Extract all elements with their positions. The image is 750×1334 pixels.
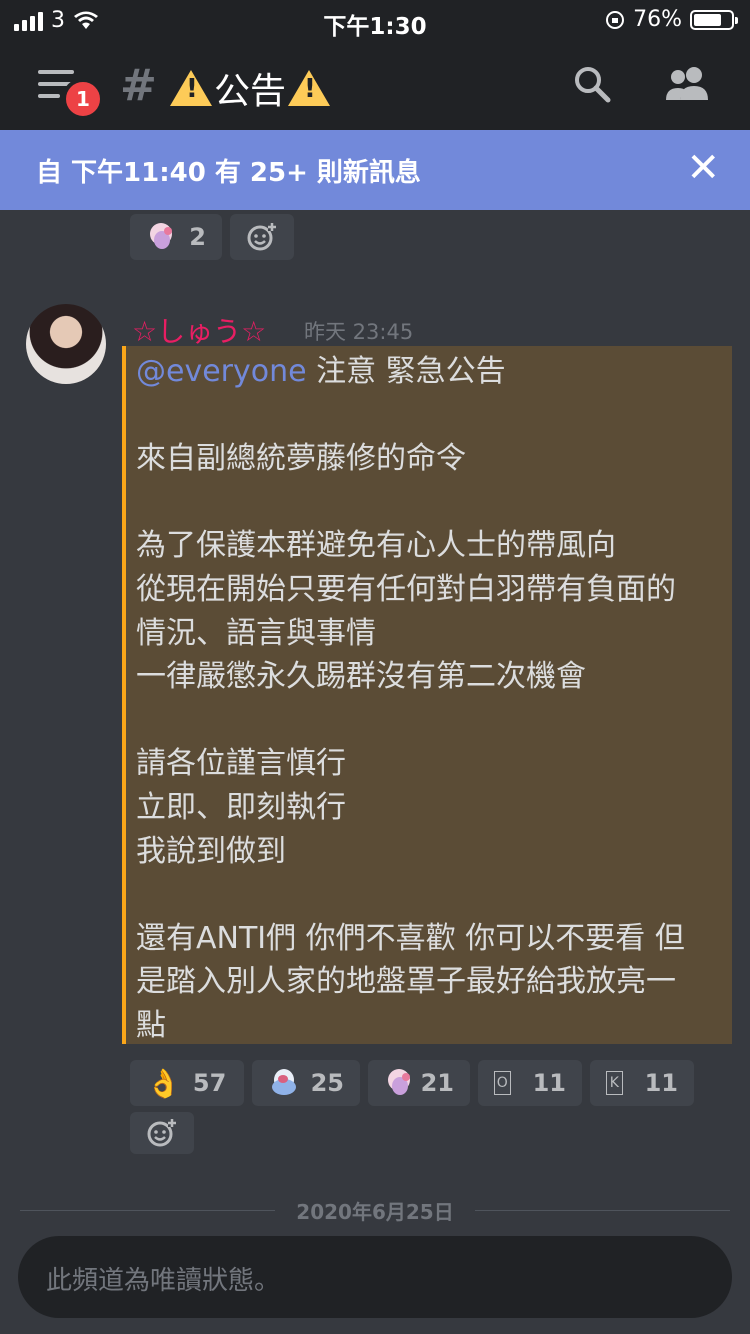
reaction-ok-hand[interactable]: 👌 57 bbox=[130, 1060, 244, 1106]
notification-badge: 1 bbox=[62, 78, 104, 120]
message-line: 來自副總統夢藤修的命令 bbox=[136, 441, 466, 477]
announcement-block: @everyone 注意 緊急公告 來自副總統夢藤修的命令 為了保護本群避免有心… bbox=[122, 346, 732, 1044]
regional-indicator-o-icon: O bbox=[494, 1071, 511, 1095]
anime-sticker-icon bbox=[146, 221, 177, 253]
message-line: 我說到做到 bbox=[136, 833, 286, 869]
reaction-count: 21 bbox=[420, 1069, 454, 1097]
message-line: 情況、語言與事情 bbox=[136, 615, 376, 651]
add-reaction-button[interactable] bbox=[230, 214, 294, 260]
message-line: 還有ANTI們 你們不喜歡 你可以不要看 但 bbox=[136, 920, 685, 956]
reaction-letter-o[interactable]: O 11 bbox=[478, 1060, 582, 1106]
status-right: 76% bbox=[605, 7, 738, 32]
message-author[interactable]: ☆しゅう☆ bbox=[132, 310, 266, 350]
reaction-count: 57 bbox=[192, 1069, 227, 1097]
reaction-count: 11 bbox=[532, 1069, 566, 1097]
ok-hand-icon: 👌 bbox=[146, 1066, 181, 1100]
add-reaction-icon bbox=[247, 223, 276, 251]
warning-icon bbox=[170, 70, 212, 106]
everyone-mention[interactable]: @everyone bbox=[136, 354, 307, 389]
add-reaction-button[interactable] bbox=[130, 1112, 194, 1154]
anime-sticker-icon bbox=[384, 1067, 410, 1099]
message-timestamp: 昨天 23:45 bbox=[304, 320, 414, 344]
message-line: 是踏入別人家的地盤罩子最好給我放亮一 bbox=[136, 964, 676, 1000]
channel-title: 公告 bbox=[168, 62, 332, 114]
add-reaction-icon bbox=[147, 1119, 176, 1147]
reaction-count: 2 bbox=[189, 223, 206, 251]
reaction-count: 25 bbox=[310, 1069, 344, 1097]
channel-header: 1 # 公告 bbox=[0, 40, 750, 130]
message-line: 立即、即刻執行 bbox=[136, 789, 346, 825]
warning-icon bbox=[288, 70, 331, 106]
message-content: @everyone 注意 緊急公告 來自副總統夢藤修的命令 為了保護本群避免有心… bbox=[136, 350, 685, 1048]
reaction-anime-sticker[interactable]: 21 bbox=[368, 1060, 470, 1106]
rotation-lock-icon bbox=[606, 10, 625, 29]
message-line: 注意 緊急公告 bbox=[306, 354, 506, 389]
channel-name: 公告 bbox=[214, 71, 287, 112]
date-divider-label: 2020年6月25日 bbox=[286, 1200, 464, 1224]
message-line: 請各位謹言慎行 bbox=[136, 746, 346, 782]
reaction-anime-sticker[interactable]: 2 bbox=[130, 214, 222, 260]
reaction-count: 11 bbox=[644, 1069, 678, 1097]
status-bar: 3 下午1:30 76% bbox=[0, 0, 750, 40]
message-line: 為了保護本群避免有心人士的帶風向 bbox=[136, 528, 616, 564]
members-icon[interactable] bbox=[664, 64, 712, 104]
date-divider: 2020年6月25日 bbox=[0, 1196, 750, 1225]
regional-indicator-k-icon: K bbox=[606, 1071, 623, 1095]
new-messages-bar[interactable]: 自 下午11:40 有 25+ 則新訊息 ✕ bbox=[0, 130, 750, 210]
new-messages-text: 自 下午11:40 有 25+ 則新訊息 bbox=[36, 158, 421, 188]
battery-icon bbox=[690, 9, 738, 30]
search-icon[interactable] bbox=[572, 64, 612, 104]
message-line: 一律嚴懲永久踢群沒有第二次機會 bbox=[136, 659, 586, 695]
anime-sticker-icon bbox=[268, 1067, 299, 1099]
battery-percent: 76% bbox=[633, 7, 682, 32]
read-only-notice: 此頻道為唯讀狀態。 bbox=[46, 1266, 281, 1296]
reaction-anime-sticker[interactable]: 25 bbox=[252, 1060, 360, 1106]
message-line: 從現在開始只要有任何對白羽帶有負面的 bbox=[136, 571, 676, 607]
channel-hash-icon: # bbox=[120, 60, 157, 111]
close-icon[interactable]: ✕ bbox=[686, 148, 720, 188]
avatar[interactable] bbox=[26, 304, 106, 384]
message-line: 點 bbox=[136, 1007, 166, 1043]
message-composer[interactable]: 此頻道為唯讀狀態。 bbox=[18, 1236, 732, 1318]
reaction-letter-k[interactable]: K 11 bbox=[590, 1060, 694, 1106]
